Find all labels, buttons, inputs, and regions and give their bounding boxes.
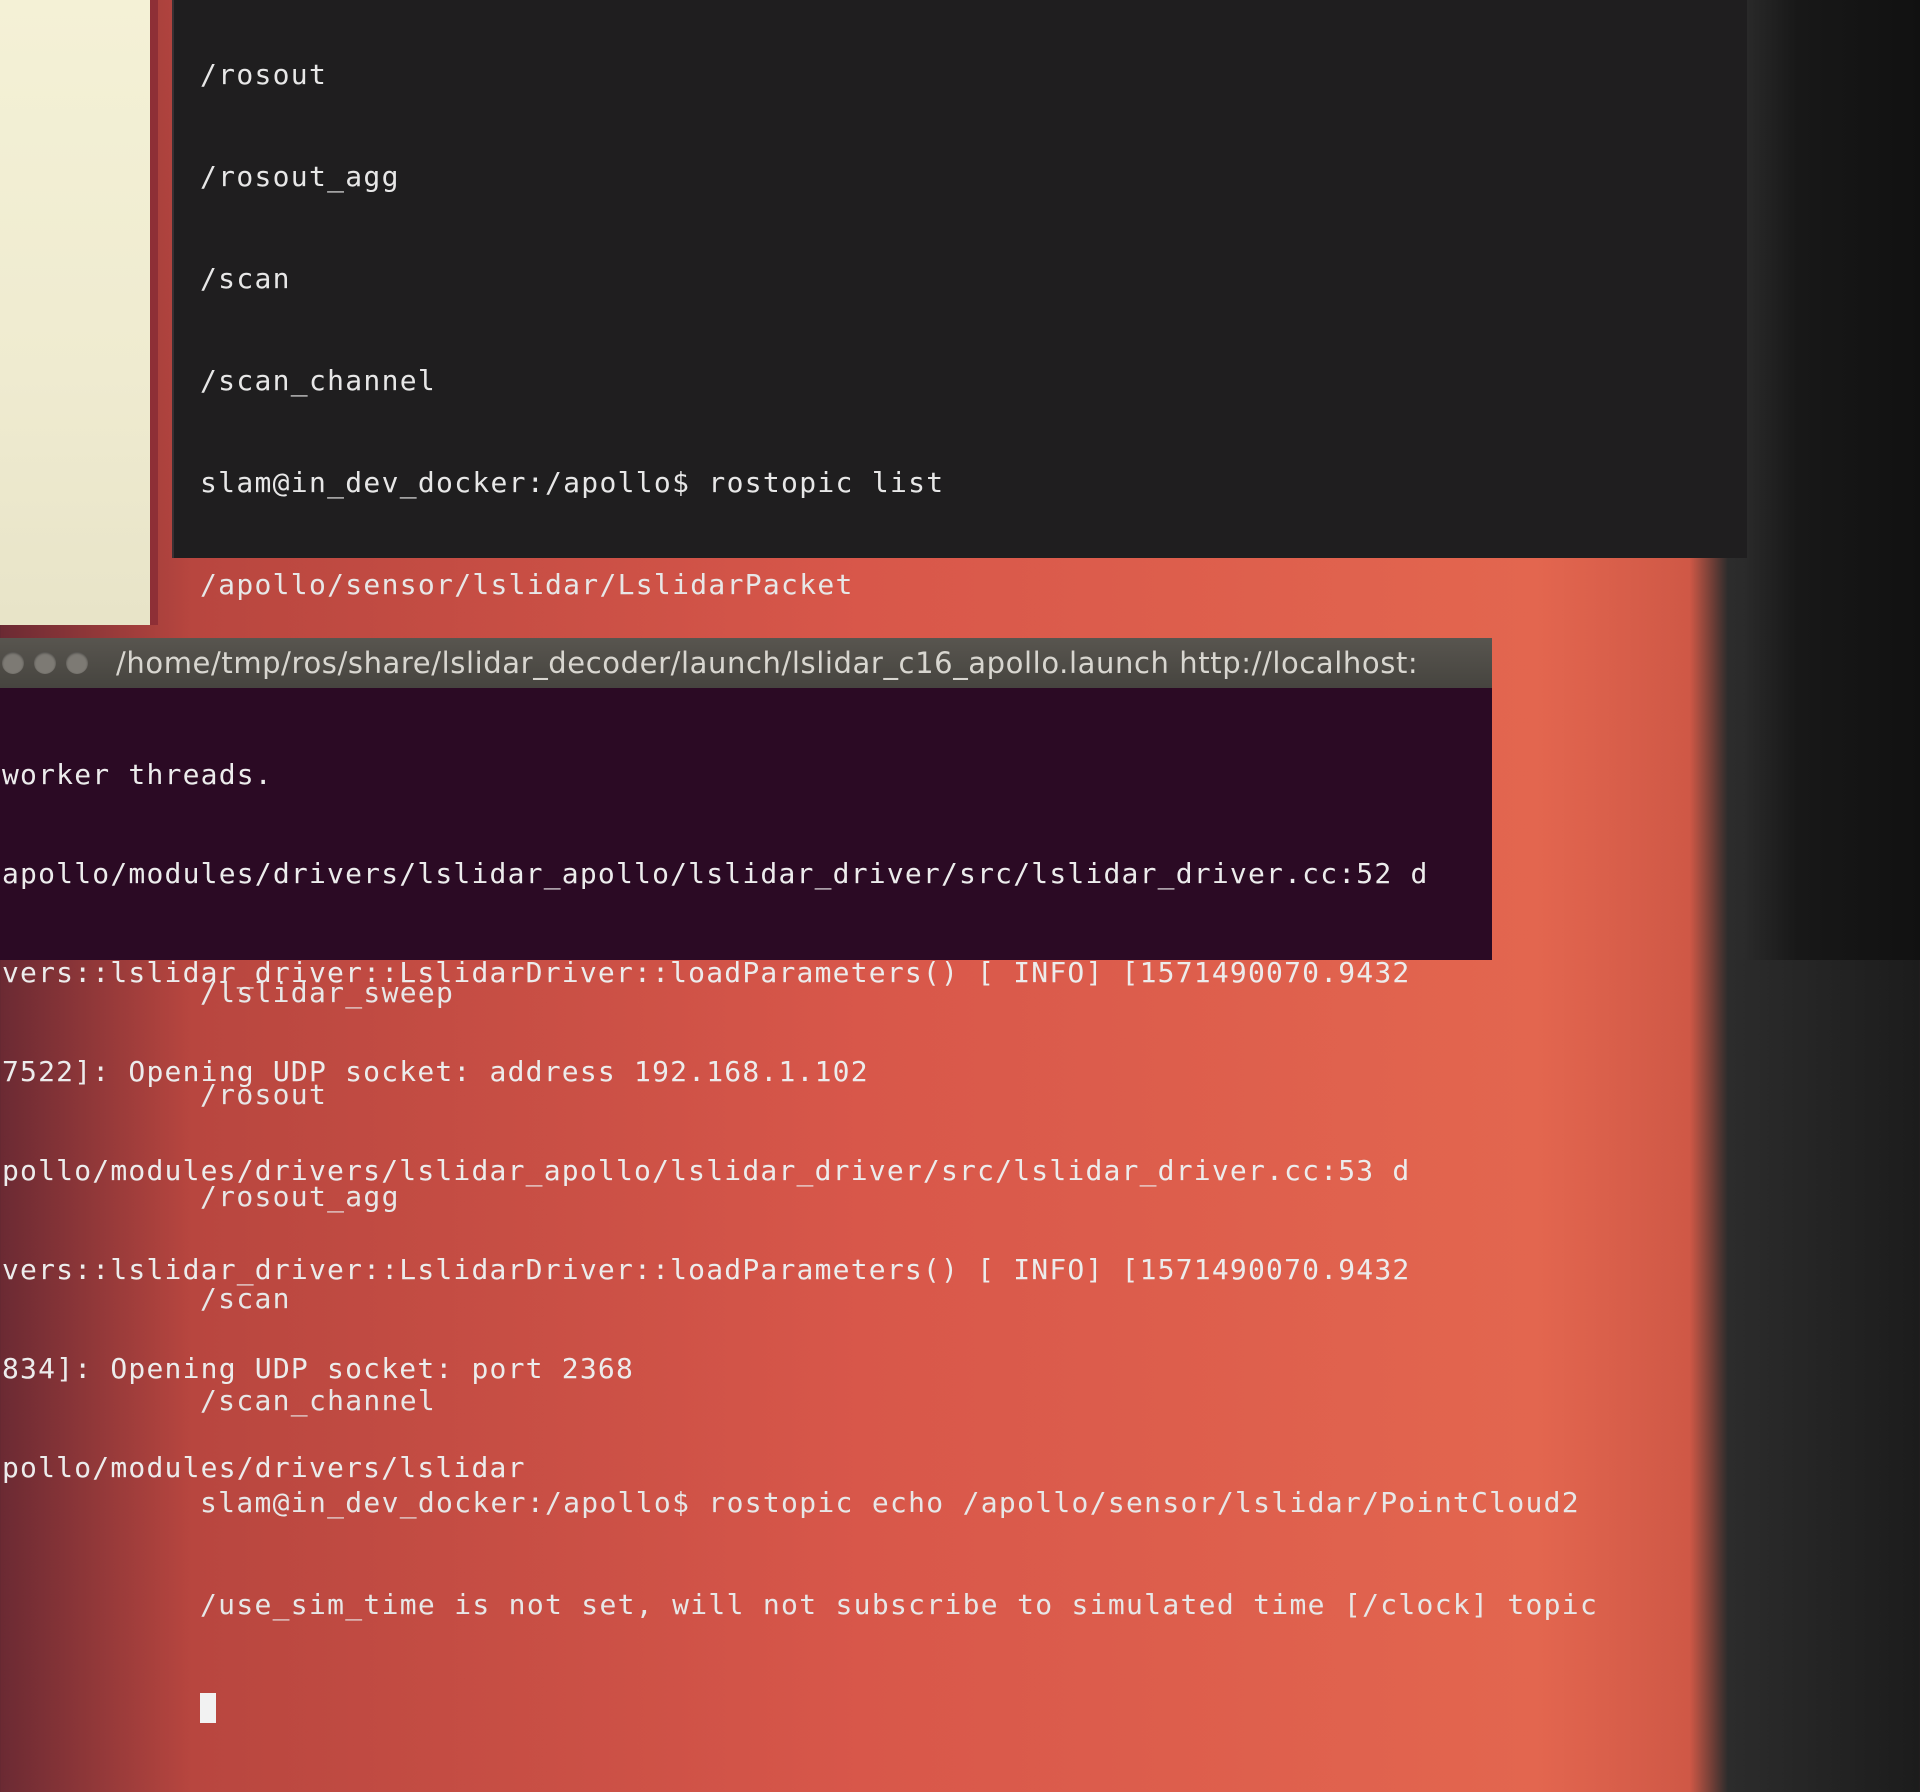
window-title: /home/tmp/ros/share/lslidar_decoder/laun… [116,646,1419,680]
terminal-line: /apollo/sensor/lslidar/LslidarPacket [200,568,854,601]
terminal-line: 834]: Opening UDP socket: port 2368 [2,1352,635,1385]
terminal-prompt-line: slam@in_dev_docker:/apollo$ rostopic lis… [200,466,945,499]
minimize-icon[interactable] [34,652,56,674]
background-window [0,0,158,625]
maximize-icon[interactable] [66,652,88,674]
upper-terminal-window[interactable]: /rosout /rosout_agg /scan /scan_channel … [172,0,1747,1723]
terminal-line: /rosout_agg [200,160,400,193]
terminal-line: vers::lslidar_driver::LslidarDriver::loa… [2,956,1411,989]
terminal-line: pollo/modules/drivers/lslidar_apollo/lsl… [2,1154,1411,1187]
close-icon[interactable] [2,652,24,674]
terminal-line: apollo/modules/drivers/lslidar_apollo/ls… [2,857,1429,890]
monitor-bezel [1745,0,1920,960]
terminal-line: worker threads. [2,758,273,791]
text-cursor [200,1693,216,1723]
window-titlebar[interactable]: /home/tmp/ros/share/lslidar_decoder/laun… [0,638,1492,688]
lower-terminal-window[interactable]: /home/tmp/ros/share/lslidar_decoder/laun… [0,638,1492,1484]
terminal-line: /rosout [200,58,328,91]
terminal-line: /use_sim_time is not set, will not subsc… [200,1588,1599,1621]
terminal-line: /scan_channel [200,364,437,397]
terminal-line: /scan [200,262,291,295]
terminal-cursor-line[interactable] [200,1690,1727,1724]
lower-terminal-output: worker threads. apollo/modules/drivers/l… [2,692,1486,1550]
terminal-line: vers::lslidar_driver::LslidarDriver::loa… [2,1253,1411,1286]
terminal-line: 7522]: Opening UDP socket: address 192.1… [2,1055,869,1088]
terminal-line: pollo/modules/drivers/lslidar [2,1451,526,1484]
